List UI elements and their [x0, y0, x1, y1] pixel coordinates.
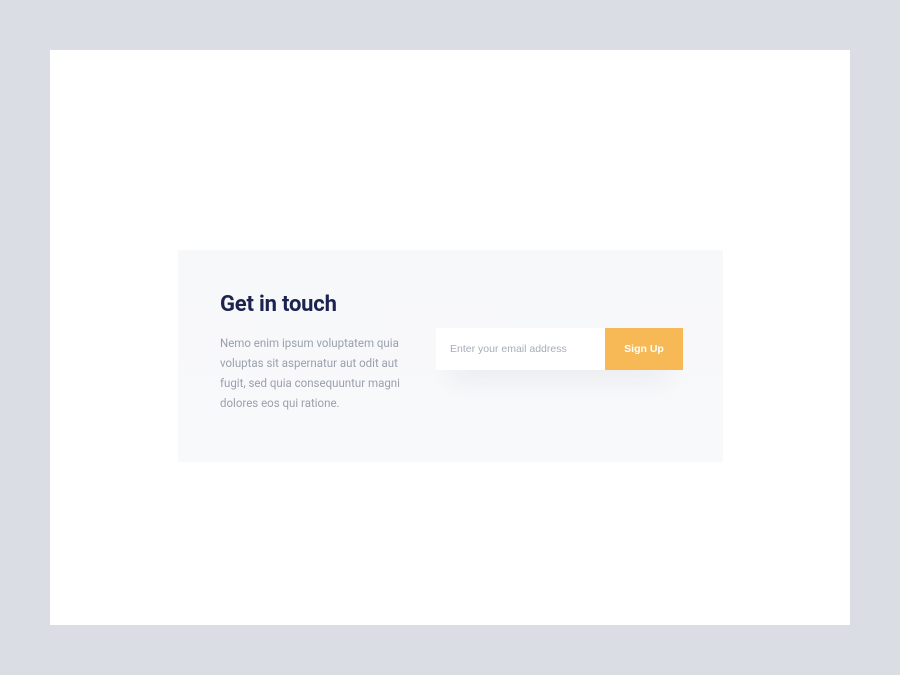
email-input[interactable] [436, 328, 605, 370]
sign-up-button[interactable]: Sign Up [605, 328, 683, 370]
contact-card: Get in touch Nemo enim ipsum voluptatem … [178, 250, 723, 462]
contact-headline: Get in touch [220, 292, 408, 317]
email-signup-form: Sign Up [436, 328, 683, 370]
contact-copy: Get in touch Nemo enim ipsum voluptatem … [220, 292, 408, 414]
contact-body: Nemo enim ipsum voluptatem quia voluptas… [220, 333, 408, 414]
canvas: Get in touch Nemo enim ipsum voluptatem … [50, 50, 850, 625]
